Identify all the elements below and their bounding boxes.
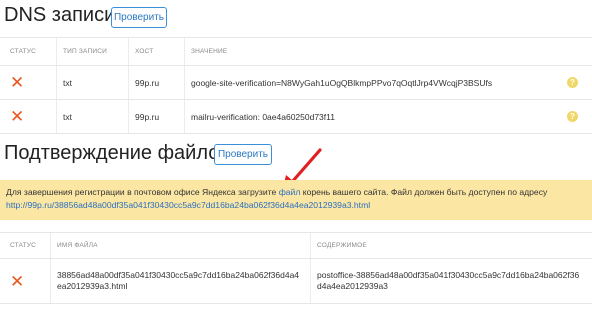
dns-header-status: СТАТУС bbox=[10, 48, 37, 55]
dns-table: СТАТУС ТИП ЗАПИСИ ХОСТ ЗНАЧЕНИЕ ✕ txt 99… bbox=[0, 37, 592, 134]
file-name-cell: 38856ad48a00df35a041f30430cc5a9c7dd16ba2… bbox=[50, 259, 310, 303]
x-icon: ✕ bbox=[10, 107, 25, 126]
type-cell: txt bbox=[56, 100, 128, 133]
dns-table-header: СТАТУС ТИП ЗАПИСИ ХОСТ ЗНАЧЕНИЕ bbox=[0, 38, 592, 66]
file-header-status: СТАТУС bbox=[10, 242, 37, 249]
notice-text-after: корень вашего сайта. Файл должен быть до… bbox=[300, 187, 548, 197]
type-cell: txt bbox=[56, 66, 128, 99]
dns-row: ✕ txt 99p.ru google-site-verification=N8… bbox=[0, 66, 592, 100]
x-icon: ✕ bbox=[10, 73, 25, 92]
file-header-content: СОДЕРЖИМОЕ bbox=[310, 233, 592, 258]
status-cell: ✕ bbox=[4, 259, 50, 303]
file-title: Подтверждение файлом bbox=[4, 142, 234, 164]
question-icon[interactable]: ? bbox=[567, 77, 578, 88]
dns-check-button[interactable]: Проверить bbox=[111, 7, 167, 28]
value-cell: google-site-verification=N8WyGah1uOgQBlk… bbox=[184, 66, 592, 99]
host-cell: 99p.ru bbox=[128, 66, 184, 99]
file-row: ✕ 38856ad48a00df35a041f30430cc5a9c7dd16b… bbox=[0, 259, 592, 304]
file-table: СТАТУС ИМЯ ФАЙЛА СОДЕРЖИМОЕ ✕ 38856ad48a… bbox=[0, 232, 592, 304]
file-content-line: d4a4ea2012939a3 bbox=[317, 281, 388, 291]
x-icon: ✕ bbox=[10, 271, 25, 291]
notice-banner: Для завершения регистрации в почтовом оф… bbox=[0, 180, 592, 220]
notice-text-before: Для завершения регистрации в почтовом оф… bbox=[6, 187, 279, 197]
file-name-line: ea2012939a3.html bbox=[57, 281, 128, 291]
notice-file-link[interactable]: файл bbox=[279, 187, 301, 197]
host-cell: 99p.ru bbox=[128, 100, 184, 133]
dns-row: ✕ txt 99p.ru mailru-verification: 0ae4a6… bbox=[0, 100, 592, 134]
file-name-line: 38856ad48a00df35a041f30430cc5a9c7dd16ba2… bbox=[57, 270, 300, 280]
dns-header-host: ХОСТ bbox=[128, 38, 184, 65]
question-icon[interactable]: ? bbox=[567, 111, 578, 122]
file-header-name: ИМЯ ФАЙЛА bbox=[50, 233, 310, 258]
file-content-line: postoffice-38856ad48a00df35a041f30430cc5… bbox=[317, 270, 580, 280]
status-cell: ✕ bbox=[4, 66, 56, 99]
notice-url-link[interactable]: http://99p.ru/38856ad48a00df35a041f30430… bbox=[6, 200, 370, 210]
value-cell: mailru-verification: 0ae4a60250d73f11 bbox=[184, 100, 592, 133]
dns-header-type: ТИП ЗАПИСИ bbox=[56, 38, 128, 65]
file-table-header: СТАТУС ИМЯ ФАЙЛА СОДЕРЖИМОЕ bbox=[0, 233, 592, 259]
status-cell: ✕ bbox=[4, 100, 56, 133]
file-check-button[interactable]: Проверить bbox=[214, 144, 272, 165]
file-content-cell: postoffice-38856ad48a00df35a041f30430cc5… bbox=[310, 259, 592, 303]
dns-header-value: ЗНАЧЕНИЕ bbox=[184, 38, 592, 65]
dns-title: DNS записи bbox=[4, 4, 116, 26]
